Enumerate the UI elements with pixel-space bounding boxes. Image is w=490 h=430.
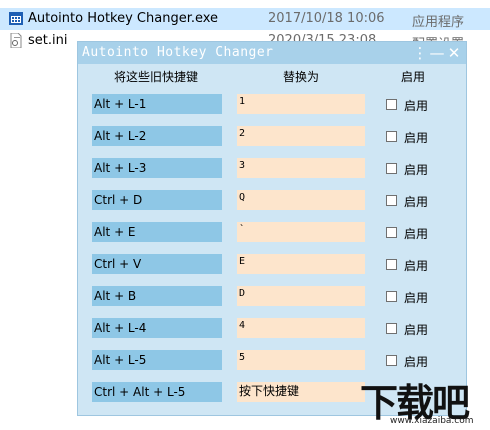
enable-checkbox[interactable] [386, 291, 397, 302]
enable-label[interactable]: 启用 [404, 129, 428, 146]
hotkey-field[interactable]: Alt + L-4 [92, 318, 222, 338]
hotkey-field[interactable]: Ctrl + D [92, 190, 222, 210]
enable-checkbox[interactable] [386, 227, 397, 238]
replace-field[interactable]: Q [237, 190, 365, 210]
enable-checkbox[interactable] [386, 323, 397, 334]
enable-checkbox[interactable] [386, 131, 397, 142]
old-hotkey-header: 将这些旧快捷键 [114, 70, 199, 84]
replace-field[interactable]: 1 [237, 94, 365, 114]
hotkey-changer-window: Autointo Hotkey Changer ⋮ — ✕ 将这些旧快捷键 替换… [77, 41, 467, 416]
hotkey-field[interactable]: Alt + L-3 [92, 158, 222, 178]
enable-header: 启用 [401, 70, 426, 84]
replace-with-header: 替换为 [283, 70, 320, 84]
file-date: 2017/10/18 10:06 [268, 11, 385, 26]
enable-checkbox[interactable] [386, 259, 397, 270]
hotkey-field[interactable]: Alt + E [92, 222, 222, 242]
close-button[interactable]: ✕ [446, 43, 462, 63]
hotkey-field[interactable]: Ctrl + V [92, 254, 222, 274]
hotkey-field[interactable]: Ctrl + Alt + L-5 [92, 382, 222, 402]
watermark-url: www.xiazaiba.com [390, 416, 474, 426]
hotkey-field[interactable]: Alt + L-2 [92, 126, 222, 146]
ini-file-icon [9, 32, 23, 49]
enable-label[interactable]: 启用 [404, 161, 428, 178]
enable-label[interactable]: 启用 [404, 97, 428, 114]
title-bar[interactable]: Autointo Hotkey Changer ⋮ — ✕ [78, 42, 466, 64]
enable-checkbox[interactable] [386, 355, 397, 366]
enable-label[interactable]: 启用 [404, 193, 428, 210]
watermark-logo: 下载吧 www.xiazaiba.com [360, 372, 490, 430]
replace-field[interactable]: 4 [237, 318, 365, 338]
replace-field[interactable]: 5 [237, 350, 365, 370]
replace-field[interactable]: E [237, 254, 365, 274]
exe-icon [9, 11, 23, 26]
enable-checkbox[interactable] [386, 163, 397, 174]
enable-label[interactable]: 启用 [404, 353, 428, 370]
enable-label[interactable]: 启用 [404, 289, 428, 306]
minimize-button[interactable]: — [429, 43, 445, 63]
enable-label[interactable]: 启用 [404, 225, 428, 242]
menu-icon[interactable]: ⋮ [412, 43, 428, 63]
window-title: Autointo Hotkey Changer [82, 45, 274, 60]
file-type: 应用程序 [412, 15, 465, 30]
hotkey-field[interactable]: Alt + B [92, 286, 222, 306]
replace-field[interactable]: 2 [237, 126, 365, 146]
file-name: set.ini [28, 33, 68, 48]
file-row-exe[interactable]: Autointo Hotkey Changer.exe 2017/10/18 1… [0, 8, 490, 30]
hotkey-field[interactable]: Alt + L-1 [92, 94, 222, 114]
hotkey-field[interactable]: Alt + L-5 [92, 350, 222, 370]
enable-checkbox[interactable] [386, 99, 397, 110]
enable-label[interactable]: 启用 [404, 257, 428, 274]
replace-field[interactable]: ` [237, 222, 365, 242]
replace-field[interactable]: 按下快捷键 [237, 382, 365, 402]
enable-checkbox[interactable] [386, 195, 397, 206]
enable-label[interactable]: 启用 [404, 321, 428, 338]
replace-field[interactable]: D [237, 286, 365, 306]
file-name: Autointo Hotkey Changer.exe [28, 11, 219, 26]
replace-field[interactable]: 3 [237, 158, 365, 178]
